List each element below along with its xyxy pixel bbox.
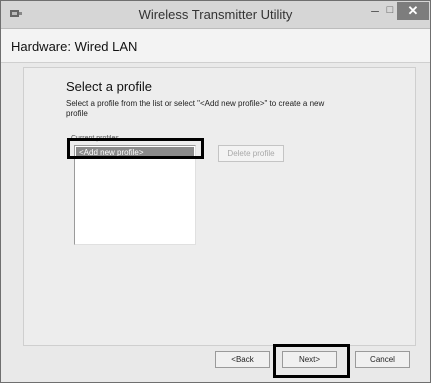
cancel-button[interactable]: Cancel [355, 351, 410, 368]
app-window: Wireless Transmitter Utility – □ ✕ Hardw… [0, 0, 431, 383]
hardware-label: Hardware: Wired LAN [11, 39, 138, 54]
delete-profile-button[interactable]: Delete profile [218, 145, 284, 162]
wizard-header: Hardware: Wired LAN [1, 29, 430, 63]
highlight-frame-next [273, 344, 350, 378]
instructions-text: Select a profile from the list or select… [66, 99, 325, 118]
back-button[interactable]: <Back [215, 351, 270, 368]
close-button[interactable]: ✕ [397, 2, 429, 20]
profiles-listbox[interactable]: <Add new profile> [74, 145, 196, 245]
maximize-button[interactable]: □ [384, 3, 396, 19]
title-bar[interactable]: Wireless Transmitter Utility – □ ✕ [1, 1, 430, 29]
highlight-frame [67, 138, 204, 159]
content-panel: Select a profile Select a profile from t… [23, 67, 416, 346]
minimize-button[interactable]: – [366, 3, 384, 19]
page-heading: Select a profile [66, 79, 152, 94]
